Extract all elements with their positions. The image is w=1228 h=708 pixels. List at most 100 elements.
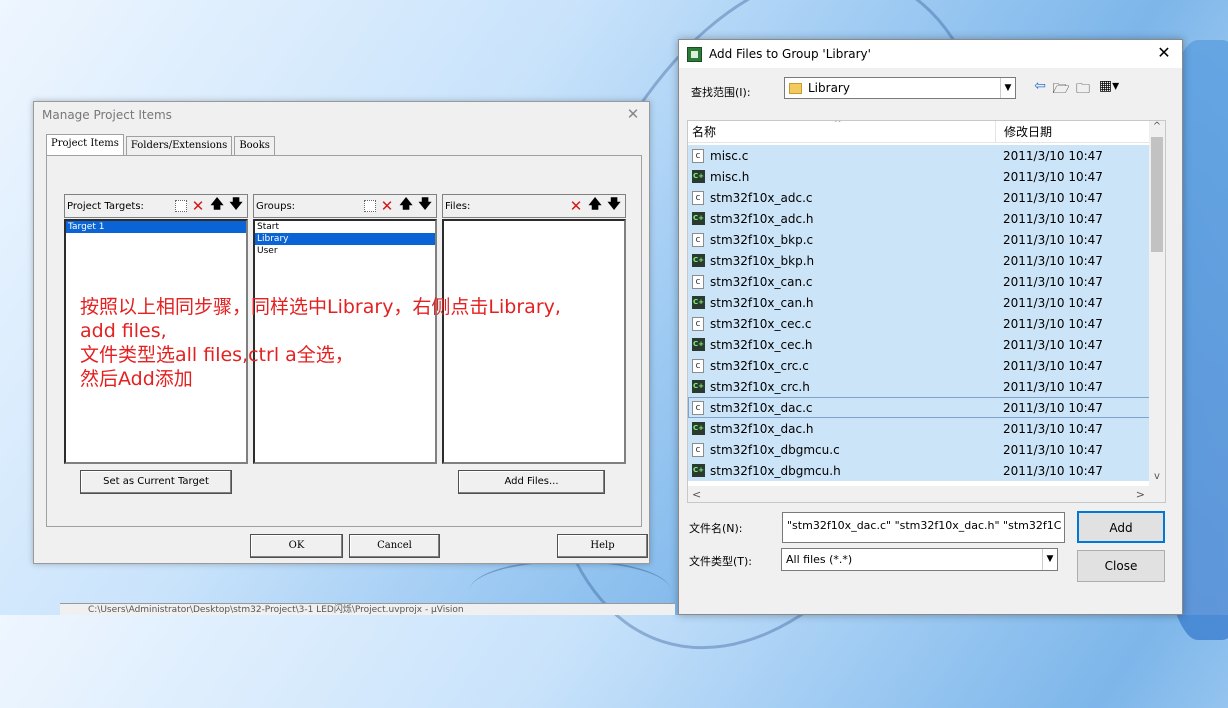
file-name-text: stm32f10x_can.h	[710, 295, 814, 310]
move-up-icon[interactable]: 🡅	[398, 197, 414, 214]
file-name-text: stm32f10x_cec.h	[710, 337, 813, 352]
file-name-cell: c stm32f10x_can.c	[688, 274, 995, 289]
move-down-icon[interactable]: 🡇	[228, 197, 244, 214]
file-row[interactable]: c stm32f10x_can.c 2011/3/10 10:47	[688, 271, 1154, 292]
scroll-down-icon[interactable]: v	[1149, 471, 1165, 487]
file-date-cell: 2011/3/10 10:47	[1003, 253, 1103, 268]
view-menu-icon[interactable]: ▦▾	[1096, 78, 1122, 94]
file-row[interactable]: c stm32f10x_cec.c 2011/3/10 10:47	[688, 313, 1154, 334]
look-in-dropdown[interactable]: Library ▼	[784, 77, 1016, 99]
file-name-text: stm32f10x_adc.h	[710, 211, 814, 226]
tab-project-items[interactable]: Project Items	[46, 134, 124, 156]
list-item[interactable]: Target 1	[66, 221, 246, 233]
close-icon[interactable]: ✕	[623, 105, 643, 123]
date-column-header[interactable]: 修改日期	[995, 121, 1052, 142]
file-row[interactable]: c stm32f10x_bkp.c 2011/3/10 10:47	[688, 229, 1154, 250]
scroll-left-icon[interactable]: <	[692, 488, 701, 501]
file-type-value: All files (*.*)	[786, 553, 853, 566]
file-date-cell: 2011/3/10 10:47	[1003, 169, 1103, 184]
file-row[interactable]: c misc.c 2011/3/10 10:47	[688, 145, 1154, 166]
up-folder-icon[interactable]: 🗁	[1052, 78, 1070, 102]
file-name-text: misc.h	[710, 169, 750, 184]
files-panel: Files: ✕ 🡅 🡇	[442, 194, 626, 464]
file-name-cell: C+ stm32f10x_dbgmcu.h	[688, 464, 995, 478]
file-list[interactable]: ^ 名称 修改日期 c misc.c 2011/3/10 10:47 C+ misc.h…	[687, 120, 1166, 503]
file-name-text: stm32f10x_bkp.c	[710, 232, 814, 247]
file-row[interactable]: C+ stm32f10x_cec.h 2011/3/10 10:47	[688, 334, 1154, 355]
file-row[interactable]: C+ stm32f10x_can.h 2011/3/10 10:47	[688, 292, 1154, 313]
file-name-input[interactable]: "stm32f10x_dac.c" "stm32f10x_dac.h" "stm…	[782, 512, 1065, 543]
file-date-cell: 2011/3/10 10:47	[1003, 232, 1103, 247]
file-row[interactable]: c stm32f10x_adc.c 2011/3/10 10:47	[688, 187, 1154, 208]
file-row[interactable]: c stm32f10x_dac.c 2011/3/10 10:47	[688, 397, 1154, 418]
file-row[interactable]: C+ stm32f10x_dac.h 2011/3/10 10:47	[688, 418, 1154, 439]
move-up-icon[interactable]: 🡅	[587, 197, 603, 214]
vertical-scrollbar[interactable]: ^ v	[1149, 121, 1165, 487]
file-name-cell: c stm32f10x_bkp.c	[688, 232, 995, 247]
file-date-cell: 2011/3/10 10:47	[1003, 295, 1103, 310]
back-icon[interactable]: ⇦	[1031, 78, 1049, 94]
ok-button[interactable]: OK	[250, 534, 343, 558]
file-name-text: stm32f10x_adc.c	[710, 190, 813, 205]
file-name-text: stm32f10x_can.c	[710, 274, 813, 289]
file-row[interactable]: C+ misc.h 2011/3/10 10:47	[688, 166, 1154, 187]
scroll-right-icon[interactable]: >	[1136, 488, 1145, 501]
new-target-icon[interactable]	[175, 200, 187, 212]
files-list[interactable]	[442, 219, 626, 464]
close-button[interactable]: Close	[1077, 550, 1165, 582]
file-type-select[interactable]: All files (*.*) ▼	[781, 548, 1058, 571]
file-name-text: stm32f10x_bkp.h	[710, 253, 815, 268]
file-date-cell: 2011/3/10 10:47	[1003, 442, 1103, 457]
new-group-icon[interactable]	[364, 200, 376, 212]
tab-panel: Project Targets: ✕ 🡅 🡇 Target 1 Groups: …	[46, 155, 642, 527]
delete-target-icon[interactable]: ✕	[190, 197, 206, 215]
tab-books[interactable]: Books	[234, 136, 275, 156]
horizontal-scrollbar[interactable]: < >	[688, 486, 1165, 502]
list-item[interactable]: Start	[255, 221, 435, 233]
project-targets-list[interactable]: Target 1	[64, 219, 248, 464]
file-name-cell: C+ stm32f10x_dac.h	[688, 422, 995, 436]
move-down-icon[interactable]: 🡇	[417, 197, 433, 214]
file-date-cell: 2011/3/10 10:47	[1003, 358, 1103, 373]
keil-app-icon	[687, 46, 702, 62]
groups-label: Groups:	[256, 200, 296, 212]
help-button[interactable]: Help	[557, 534, 648, 558]
chevron-down-icon[interactable]: ▼	[1042, 549, 1057, 570]
cancel-button[interactable]: Cancel	[349, 534, 440, 558]
list-item[interactable]: User	[255, 245, 435, 257]
groups-list[interactable]: Start Library User	[253, 219, 437, 464]
tab-bar: Project Items Folders/Extensions Books	[46, 134, 277, 156]
header-file-icon: C+	[692, 170, 705, 183]
file-date-cell: 2011/3/10 10:47	[1003, 211, 1103, 226]
tab-folders-extensions[interactable]: Folders/Extensions	[125, 136, 233, 156]
file-row[interactable]: C+ stm32f10x_dbgmcu.h 2011/3/10 10:47	[688, 460, 1154, 481]
add-button[interactable]: Add	[1077, 511, 1165, 543]
groups-panel: Groups: ✕ 🡅 🡇 Start Library User	[253, 194, 437, 464]
file-name-text: stm32f10x_crc.c	[710, 358, 809, 373]
move-up-icon[interactable]: 🡅	[209, 197, 225, 214]
file-date-cell: 2011/3/10 10:47	[1003, 400, 1103, 415]
file-name-cell: c stm32f10x_cec.c	[688, 316, 995, 331]
file-date-cell: 2011/3/10 10:47	[1003, 190, 1103, 205]
file-row[interactable]: C+ stm32f10x_adc.h 2011/3/10 10:47	[688, 208, 1154, 229]
chevron-down-icon[interactable]: ▼	[1000, 78, 1015, 98]
list-item[interactable]: Library	[255, 233, 435, 245]
new-folder-icon[interactable]: 🗀	[1074, 78, 1092, 102]
close-icon[interactable]: ✕	[1154, 43, 1174, 62]
move-down-icon[interactable]: 🡇	[606, 197, 622, 214]
set-current-target-button[interactable]: Set as Current Target	[80, 470, 232, 494]
file-name-cell: c stm32f10x_dac.c	[688, 400, 995, 415]
add-files-button[interactable]: Add Files...	[458, 470, 605, 494]
delete-file-icon[interactable]: ✕	[568, 197, 584, 215]
sort-up-icon: ^	[834, 120, 842, 129]
file-name-text: stm32f10x_dac.c	[710, 400, 813, 415]
file-row[interactable]: C+ stm32f10x_crc.h 2011/3/10 10:47	[688, 376, 1154, 397]
file-name-text: stm32f10x_cec.c	[710, 316, 812, 331]
delete-group-icon[interactable]: ✕	[379, 197, 395, 215]
file-row[interactable]: c stm32f10x_dbgmcu.c 2011/3/10 10:47	[688, 439, 1154, 460]
scroll-up-icon[interactable]: ^	[1149, 121, 1165, 137]
file-row[interactable]: c stm32f10x_crc.c 2011/3/10 10:47	[688, 355, 1154, 376]
scrollbar-thumb[interactable]	[1151, 137, 1163, 252]
file-row[interactable]: C+ stm32f10x_bkp.h 2011/3/10 10:47	[688, 250, 1154, 271]
file-name-cell: C+ stm32f10x_cec.h	[688, 338, 995, 352]
